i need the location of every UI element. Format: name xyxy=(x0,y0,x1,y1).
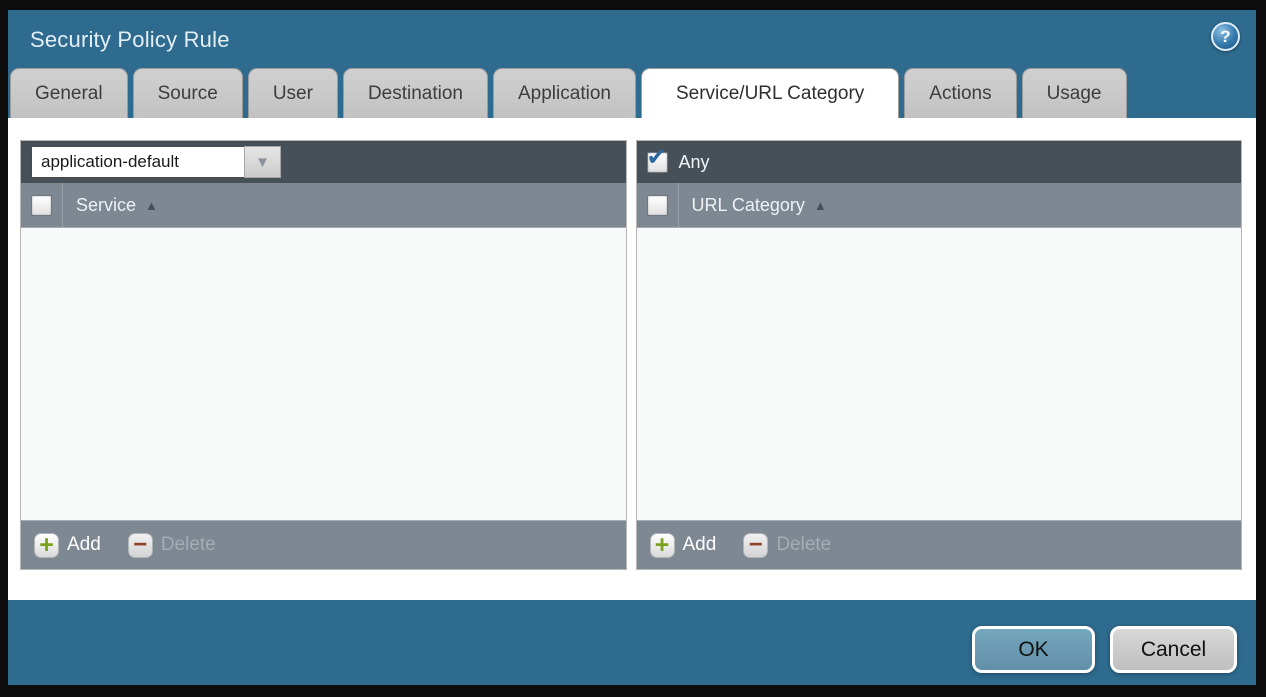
panels-container: ▼ Service ▲ + A xyxy=(20,140,1242,570)
service-column-header[interactable]: Service ▲ xyxy=(21,183,626,228)
tab-application[interactable]: Application xyxy=(493,68,636,118)
url-category-select-all-cell xyxy=(637,183,679,227)
service-toolbar: ▼ xyxy=(21,141,626,183)
url-category-header-text: URL Category xyxy=(692,195,805,216)
url-category-list-body[interactable] xyxy=(637,228,1242,520)
service-type-input[interactable] xyxy=(31,146,244,178)
sort-ascending-icon: ▲ xyxy=(145,198,158,213)
tab-label: Actions xyxy=(929,83,991,105)
tab-strip: General Source User Destination Applicat… xyxy=(8,68,1256,118)
help-icon[interactable]: ? xyxy=(1211,22,1240,51)
tab-label: Usage xyxy=(1047,83,1102,105)
service-header-label: Service ▲ xyxy=(76,195,158,216)
url-category-panel: ✔ Any URL Category ▲ + xyxy=(636,140,1243,570)
tab-actions[interactable]: Actions xyxy=(904,68,1016,118)
url-category-add-button[interactable]: + Add xyxy=(650,533,717,558)
service-panel: ▼ Service ▲ + A xyxy=(20,140,627,570)
tab-general[interactable]: General xyxy=(10,68,128,118)
delete-minus-icon: − xyxy=(128,533,153,558)
sort-ascending-icon: ▲ xyxy=(814,198,827,213)
url-category-header-label: URL Category ▲ xyxy=(692,195,827,216)
tab-destination[interactable]: Destination xyxy=(343,68,488,118)
delete-minus-icon: − xyxy=(743,533,768,558)
cancel-button[interactable]: Cancel xyxy=(1110,626,1237,673)
dialog-buttons: OK Cancel xyxy=(972,626,1237,673)
chevron-down-icon: ▼ xyxy=(255,154,270,171)
add-plus-icon: + xyxy=(650,533,675,558)
url-category-delete-button[interactable]: − Delete xyxy=(743,533,831,558)
help-icon-glyph: ? xyxy=(1220,27,1230,47)
tab-label: General xyxy=(35,83,103,105)
checkmark-icon: ✔ xyxy=(647,146,667,170)
service-type-dropdown-button[interactable]: ▼ xyxy=(244,146,281,178)
service-select-all-checkbox[interactable] xyxy=(31,195,52,216)
plus-glyph: + xyxy=(655,533,670,558)
plus-glyph: + xyxy=(39,533,54,558)
add-label: Add xyxy=(683,534,717,556)
service-header-text: Service xyxy=(76,195,136,216)
service-add-button[interactable]: + Add xyxy=(34,533,101,558)
service-footer: + Add − Delete xyxy=(21,520,626,569)
any-checkbox-label: Any xyxy=(679,152,710,173)
dialog-title: Security Policy Rule xyxy=(30,27,230,53)
url-category-column-header[interactable]: URL Category ▲ xyxy=(637,183,1242,228)
delete-label: Delete xyxy=(776,534,831,556)
minus-glyph: − xyxy=(133,533,147,557)
service-type-combo: ▼ xyxy=(31,146,281,178)
tab-label: Application xyxy=(518,83,611,105)
tab-label: Source xyxy=(158,83,218,105)
add-plus-icon: + xyxy=(34,533,59,558)
tab-source[interactable]: Source xyxy=(133,68,243,118)
any-checkbox[interactable]: ✔ xyxy=(647,152,668,173)
title-bar: Security Policy Rule ? xyxy=(8,10,1256,68)
ok-button[interactable]: OK xyxy=(972,626,1095,673)
url-category-select-all-checkbox[interactable] xyxy=(647,195,668,216)
service-select-all-cell xyxy=(21,183,63,227)
delete-label: Delete xyxy=(161,534,216,556)
service-delete-button[interactable]: − Delete xyxy=(128,533,216,558)
tab-user[interactable]: User xyxy=(248,68,338,118)
security-policy-rule-dialog: Security Policy Rule ? General Source Us… xyxy=(8,10,1256,685)
service-list-body[interactable] xyxy=(21,228,626,520)
tab-label: Service/URL Category xyxy=(676,83,864,105)
url-category-footer: + Add − Delete xyxy=(637,520,1242,569)
dialog-bottom-bar: OK Cancel xyxy=(8,600,1256,685)
tab-label: User xyxy=(273,83,313,105)
minus-glyph: − xyxy=(749,533,763,557)
url-category-toolbar: ✔ Any xyxy=(637,141,1242,183)
tab-label: Destination xyxy=(368,83,463,105)
tab-content-service-url-category: ▼ Service ▲ + A xyxy=(8,118,1256,600)
tab-service-url-category[interactable]: Service/URL Category xyxy=(641,68,899,118)
add-label: Add xyxy=(67,534,101,556)
tab-usage[interactable]: Usage xyxy=(1022,68,1127,118)
